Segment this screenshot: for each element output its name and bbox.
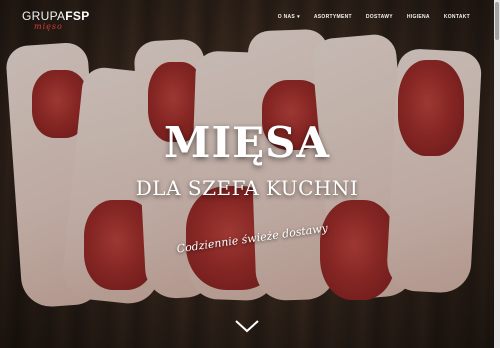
scroll-down-button[interactable] [234,318,260,334]
nav-item-label: KONTAKT [443,14,470,20]
nav-item-higiena[interactable]: HIGIENA [407,14,430,20]
nav-item-label: DOSTAWY [365,14,393,20]
nav-item-label: O NAS [277,14,296,20]
chevron-down-icon: ▾ [297,14,300,20]
page-scrollbar[interactable] [494,0,500,348]
hero-section: GRUPAFSP mięso O NAS ▾ ASORTYMENT DOSTAW… [0,0,500,348]
nav-item-kontakt[interactable]: KONTAKT [444,14,470,20]
scrollbar-thumb[interactable] [495,2,499,40]
dark-overlay [0,0,500,348]
chevron-down-icon [235,320,259,333]
brand-name-suffix: FSP [65,9,90,23]
nav-item-asortyment[interactable]: ASORTYMENT [314,14,352,20]
hero-subtitle: DLA SZEFA KUCHNI [135,176,359,200]
brand-logo[interactable]: GRUPAFSP mięso [22,9,90,31]
brand-tagline: mięso [34,22,63,31]
hero-title: MIĘSA [163,118,331,167]
site-header: GRUPAFSP mięso O NAS ▾ ASORTYMENT DOSTAW… [0,0,500,36]
brand-name: GRUPAFSP [22,9,90,23]
nav-item-label: ASORTYMENT [313,14,352,20]
main-nav: O NAS ▾ ASORTYMENT DOSTAWY HIGIENA KONTA… [278,14,470,20]
nav-item-o-nas[interactable]: O NAS ▾ [278,14,300,20]
nav-item-label: HIGIENA [406,14,430,20]
nav-item-dostawy[interactable]: DOSTAWY [366,14,393,20]
brand-name-prefix: GRUPA [22,9,66,23]
